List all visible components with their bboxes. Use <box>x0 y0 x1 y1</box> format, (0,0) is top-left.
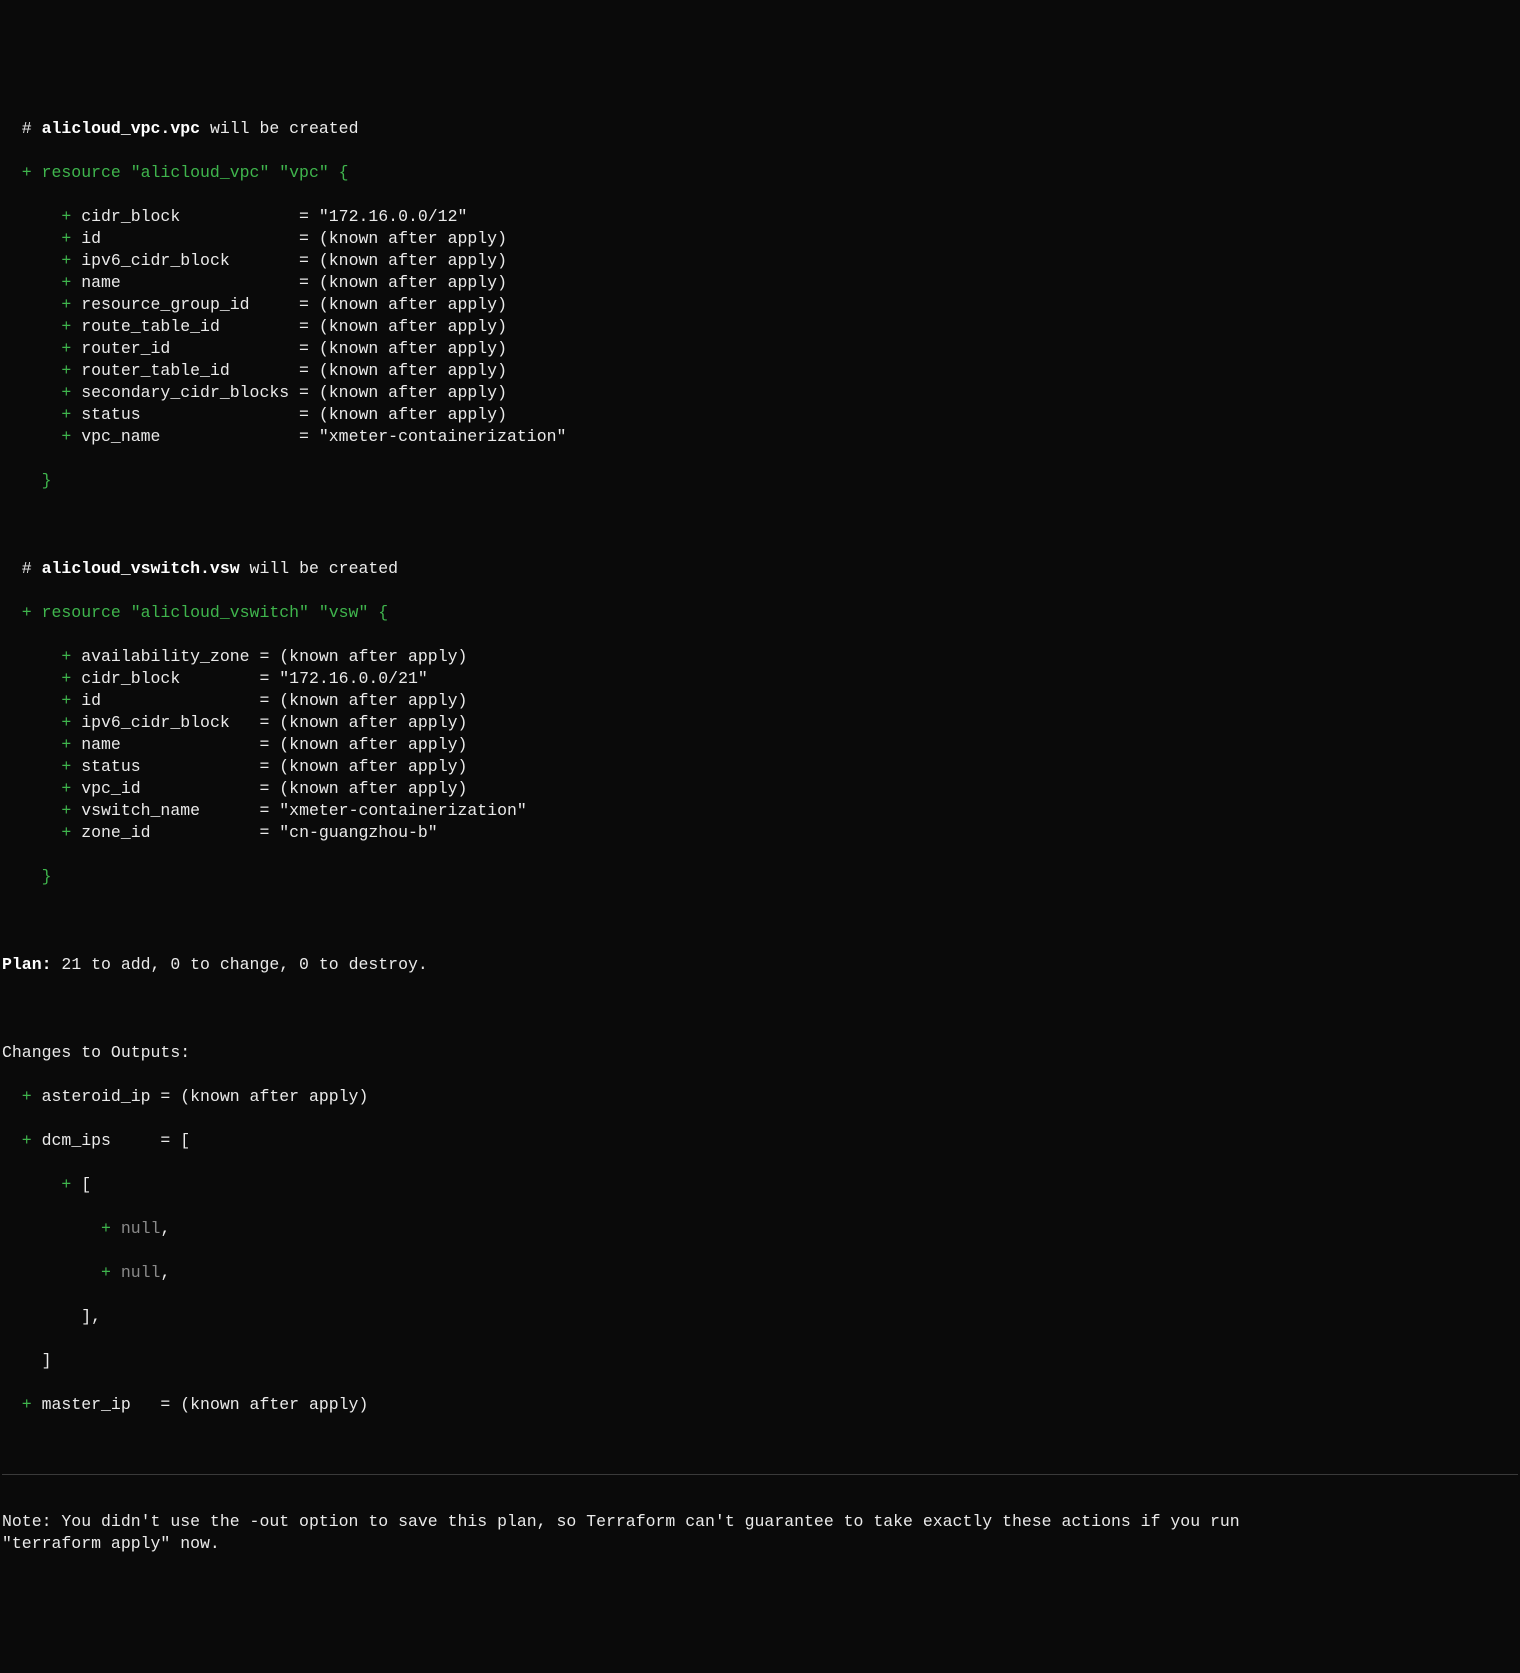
attr-row: + router_table_id = (known after apply) <box>2 360 1518 382</box>
output-dcm-ips: + dcm_ips = [ <box>2 1130 1518 1152</box>
attr-row: + id = (known after apply) <box>2 690 1518 712</box>
vsw-header: # alicloud_vswitch.vsw will be created <box>2 558 1518 580</box>
output-asteroid-ip: + asteroid_ip = (known after apply) <box>2 1086 1518 1108</box>
attr-row: + route_table_id = (known after apply) <box>2 316 1518 338</box>
dcm-null-1: + null, <box>2 1218 1518 1240</box>
attr-row: + status = (known after apply) <box>2 756 1518 778</box>
vsw-resource-line: + resource "alicloud_vswitch" "vsw" { <box>2 602 1518 624</box>
terminal-output: # alicloud_vpc.vpc will be created + res… <box>2 96 1518 1438</box>
plan-line: Plan: 21 to add, 0 to change, 0 to destr… <box>2 954 1518 976</box>
attr-row: + cidr_block = "172.16.0.0/12" <box>2 206 1518 228</box>
dcm-close: ] <box>2 1350 1518 1372</box>
attr-row: + resource_group_id = (known after apply… <box>2 294 1518 316</box>
output-master-ip: + master_ip = (known after apply) <box>2 1394 1518 1416</box>
attr-row: + cidr_block = "172.16.0.0/21" <box>2 668 1518 690</box>
note-text: Note: You didn't use the -out option to … <box>2 1511 1518 1555</box>
vpc-attrs: + cidr_block = "172.16.0.0/12" + id = (k… <box>2 206 1518 448</box>
vsw-attrs: + availability_zone = (known after apply… <box>2 646 1518 844</box>
divider <box>2 1474 1518 1475</box>
attr-row: + name = (known after apply) <box>2 272 1518 294</box>
vsw-close: } <box>2 866 1518 888</box>
attr-row: + name = (known after apply) <box>2 734 1518 756</box>
vpc-close: } <box>2 470 1518 492</box>
dcm-inner-open: + [ <box>2 1174 1518 1196</box>
attr-row: + vpc_name = "xmeter-containerization" <box>2 426 1518 448</box>
dcm-null-2: + null, <box>2 1262 1518 1284</box>
attr-row: + availability_zone = (known after apply… <box>2 646 1518 668</box>
attr-row: + ipv6_cidr_block = (known after apply) <box>2 250 1518 272</box>
dcm-inner-close: ], <box>2 1306 1518 1328</box>
vpc-resource-line: + resource "alicloud_vpc" "vpc" { <box>2 162 1518 184</box>
attr-row: + ipv6_cidr_block = (known after apply) <box>2 712 1518 734</box>
attr-row: + zone_id = "cn-guangzhou-b" <box>2 822 1518 844</box>
vpc-header: # alicloud_vpc.vpc will be created <box>2 118 1518 140</box>
attr-row: + router_id = (known after apply) <box>2 338 1518 360</box>
attr-row: + secondary_cidr_blocks = (known after a… <box>2 382 1518 404</box>
attr-row: + status = (known after apply) <box>2 404 1518 426</box>
attr-row: + id = (known after apply) <box>2 228 1518 250</box>
outputs-header: Changes to Outputs: <box>2 1042 1518 1064</box>
attr-row: + vswitch_name = "xmeter-containerizatio… <box>2 800 1518 822</box>
attr-row: + vpc_id = (known after apply) <box>2 778 1518 800</box>
